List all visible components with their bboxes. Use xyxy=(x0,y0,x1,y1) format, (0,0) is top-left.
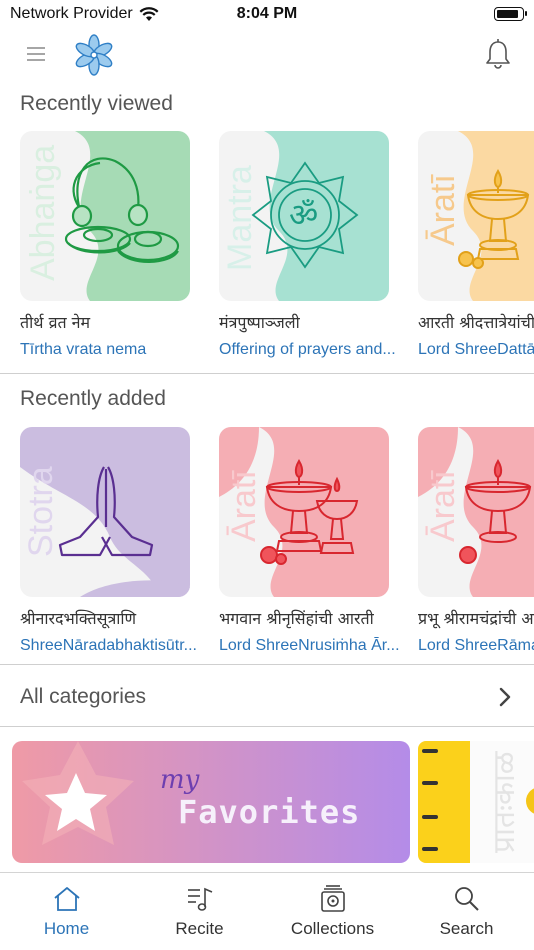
card-arati-dattatreya[interactable]: Āratī आरती श्रीदत्तात्रेयांची Lord Shree… xyxy=(418,131,534,359)
card-arati-ramachandra[interactable]: Āratī प्रभू श्रीरामचंद्रांची आरती Lord S… xyxy=(418,427,534,655)
banner-carousel: my Favorites प्रातःकाळ xyxy=(12,741,534,863)
card-title: मंत्रपुष्पाञ्जली xyxy=(219,313,300,332)
tab-home[interactable]: Home xyxy=(0,873,133,950)
card-subtitle: Lord ShreeNrusiṁha Ār... xyxy=(219,637,400,654)
card-artwork: Āratī xyxy=(418,427,534,597)
favorites-prefix: my xyxy=(160,765,200,795)
tab-bar: Home Recite Collections Search xyxy=(0,872,534,950)
card-category: Āratī xyxy=(225,470,263,542)
tab-label: Search xyxy=(439,919,494,938)
status-bar: Network Provider 8:04 PM xyxy=(0,0,534,28)
collections-icon xyxy=(320,885,345,912)
battery-icon xyxy=(494,7,527,21)
card-category: Stotra xyxy=(22,466,60,557)
card-artwork: Stotra xyxy=(20,427,190,597)
favorites-title: Favorites xyxy=(178,793,361,831)
card-title: आरती श्रीदत्तात्रेयांची xyxy=(418,313,534,332)
card-subtitle: Lord ShreeDattātreya xyxy=(418,341,534,358)
card-subtitle: Offering of prayers and... xyxy=(219,341,396,358)
card-title: तीर्थ व्रत नेम xyxy=(20,313,91,332)
app-header xyxy=(0,30,534,82)
recently-added-title: Recently added xyxy=(20,387,166,410)
all-categories-row[interactable]: All categories xyxy=(0,670,534,725)
card-subtitle: ShreeNāradabhaktisūtr... xyxy=(20,637,197,654)
card-title: भगवान श्रीनृसिंहांची आरती xyxy=(219,609,374,628)
card-stotra-narada[interactable]: Stotra श्रीनारदभक्तिसूत्राणि ShreeNārada… xyxy=(20,427,197,655)
recently-viewed-title: Recently viewed xyxy=(20,92,173,115)
tab-label: Recite xyxy=(175,919,224,938)
svg-text:ॐ: ॐ xyxy=(289,196,318,234)
bell-icon[interactable] xyxy=(484,38,512,70)
card-category: Abhaṅga xyxy=(24,145,62,281)
card-mantra-pushpanjali[interactable]: Mantra ॐ मंत्रपुष्पाञ्जली Offering of pr… xyxy=(219,131,396,359)
card-category: Āratī xyxy=(424,174,462,246)
card-artwork: Abhaṅga xyxy=(20,131,190,301)
battery-level xyxy=(497,10,518,18)
card-category: Āratī xyxy=(424,470,462,542)
tab-collections[interactable]: Collections xyxy=(266,873,399,950)
hamburger-menu-icon[interactable] xyxy=(26,44,46,64)
tab-search[interactable]: Search xyxy=(400,873,533,950)
card-arati-nrusimha[interactable]: Āratī भगवान श्रीनृसिंहांची आरती Lord Shr… xyxy=(219,427,400,655)
recently-added-list: Stotra श्रीनारदभक्तिसूत्राणि ShreeNārada… xyxy=(20,427,534,667)
card-artwork: Āratī xyxy=(219,427,389,597)
notebook-text: प्रातःकाळ xyxy=(487,751,522,853)
lotus-logo-icon[interactable] xyxy=(72,32,116,78)
card-artwork: Mantra ॐ xyxy=(219,131,389,301)
search-icon xyxy=(454,887,479,911)
divider xyxy=(0,726,534,727)
favorites-banner[interactable]: my Favorites xyxy=(12,741,410,863)
card-category: Mantra xyxy=(221,165,259,271)
card-artwork: Āratī xyxy=(418,131,534,301)
recently-viewed-list: Abhaṅga तीर्थ व्रत नेम Tīrtha vrata nema xyxy=(20,131,534,371)
notebook-banner[interactable]: प्रातःकाळ xyxy=(418,741,534,863)
card-abhanga-tirtha[interactable]: Abhaṅga तीर्थ व्रत नेम Tīrtha vrata nema xyxy=(20,131,190,359)
chevron-right-icon xyxy=(499,687,511,707)
music-note-icon xyxy=(187,887,212,911)
divider xyxy=(0,373,534,374)
card-title: श्रीनारदभक्तिसूत्राणि xyxy=(20,609,137,628)
card-title: प्रभू श्रीरामचंद्रांची आरती xyxy=(418,609,534,628)
divider xyxy=(0,664,534,665)
tab-label: Home xyxy=(43,919,90,938)
all-categories-label: All categories xyxy=(20,685,147,708)
status-time: 8:04 PM xyxy=(236,5,298,22)
tab-label: Collections xyxy=(290,919,375,938)
card-subtitle: Lord ShreeRāmachandra xyxy=(418,637,534,654)
home-icon xyxy=(53,887,80,911)
tab-recite[interactable]: Recite xyxy=(133,873,266,950)
card-subtitle: Tīrtha vrata nema xyxy=(20,341,147,358)
